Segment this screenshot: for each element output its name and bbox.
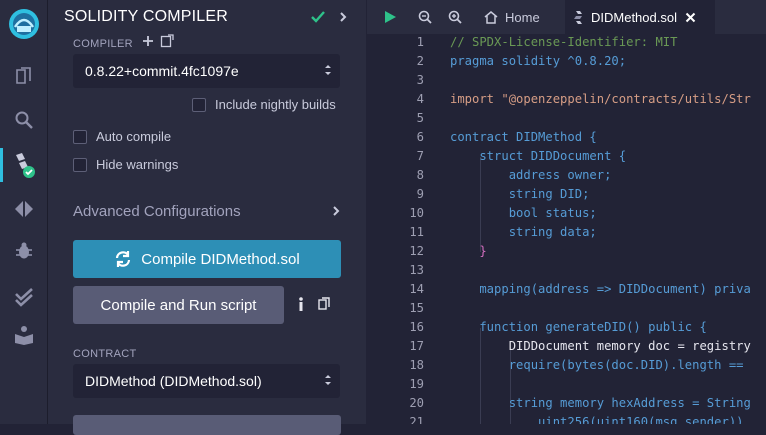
debugger-icon[interactable] bbox=[0, 238, 47, 264]
line-number: 13 bbox=[409, 263, 424, 277]
compile-and-run-button[interactable]: Compile and Run script bbox=[73, 286, 284, 324]
tab-didmethod-sol[interactable]: DIDMethod.sol bbox=[565, 0, 715, 34]
advanced-configurations-toggle[interactable]: Advanced Configurations bbox=[73, 200, 343, 222]
code-line: address owner; bbox=[450, 168, 612, 182]
line-number: 14 bbox=[409, 282, 424, 296]
select-arrows-icon bbox=[325, 65, 331, 75]
home-icon bbox=[484, 10, 498, 24]
close-icon[interactable] bbox=[685, 12, 696, 23]
code-line: DIDDocument memory doc = registry bbox=[450, 339, 751, 353]
line-number: 11 bbox=[409, 225, 424, 239]
line-number: 17 bbox=[409, 339, 424, 353]
line-number: 8 bbox=[416, 168, 424, 182]
chevron-right-icon bbox=[333, 206, 340, 216]
code-line: string memory hexAddress = String bbox=[450, 396, 751, 410]
line-number: 3 bbox=[416, 73, 424, 87]
solidity-compiler-icon[interactable] bbox=[0, 150, 47, 180]
line-number: 21 bbox=[409, 415, 424, 424]
solidity-file-icon bbox=[574, 10, 582, 24]
load-compiler-icon[interactable] bbox=[160, 34, 174, 48]
code-line: string data; bbox=[450, 225, 597, 239]
info-icon[interactable] bbox=[298, 297, 304, 311]
compile-button[interactable]: Compile DIDMethod.sol bbox=[73, 240, 341, 278]
contract-select-value: DIDMethod (DIDMethod.sol) bbox=[85, 373, 262, 389]
deploy-run-icon[interactable] bbox=[0, 196, 47, 222]
learneth-icon[interactable] bbox=[0, 322, 47, 348]
line-number: 20 bbox=[409, 396, 424, 410]
tab-home[interactable]: Home bbox=[477, 0, 562, 34]
hide-warnings-row[interactable]: Hide warnings bbox=[73, 157, 178, 172]
nightly-builds-row[interactable]: Include nightly builds bbox=[192, 97, 336, 112]
auto-compile-row[interactable]: Auto compile bbox=[73, 129, 171, 144]
line-number: 2 bbox=[416, 54, 424, 68]
auto-compile-label: Auto compile bbox=[96, 129, 172, 144]
icon-sidebar bbox=[0, 0, 48, 424]
testing-checks-icon[interactable] bbox=[0, 284, 47, 310]
code-line: string DID; bbox=[450, 187, 590, 201]
zoom-in-icon[interactable] bbox=[448, 10, 462, 24]
copy-icon[interactable] bbox=[318, 297, 330, 310]
code-line: bool status; bbox=[450, 206, 597, 220]
line-number: 7 bbox=[416, 149, 424, 163]
line-number: 5 bbox=[416, 111, 424, 125]
line-number: 4 bbox=[416, 92, 424, 106]
add-compiler-icon[interactable] bbox=[142, 35, 154, 47]
code-line: uint256(uint160(msg.sender)) bbox=[450, 415, 744, 424]
line-number: 6 bbox=[416, 130, 424, 144]
code-line: pragma solidity ^0.8.20; bbox=[450, 54, 627, 68]
panel-title: SOLIDITY COMPILER bbox=[64, 8, 229, 25]
line-number: 15 bbox=[409, 301, 424, 315]
nightly-builds-label: Include nightly builds bbox=[215, 97, 336, 112]
code-line: function generateDID() public { bbox=[450, 320, 707, 334]
code-line: require(bytes(doc.DID).length == bbox=[450, 358, 744, 372]
editor-area: Home DIDMethod.sol 1 // SPDX-License-Iden… bbox=[367, 0, 766, 424]
contract-label: CONTRACT bbox=[73, 348, 137, 360]
compile-button-label: Compile DIDMethod.sol bbox=[141, 250, 300, 268]
tab-home-label: Home bbox=[505, 9, 540, 25]
compiler-version-value: 0.8.22+commit.4fc1097e bbox=[85, 63, 239, 79]
zoom-out-icon[interactable] bbox=[418, 10, 432, 24]
solidity-compiler-panel: SOLIDITY COMPILER COMPILER 0.8.22+commit… bbox=[48, 0, 366, 435]
line-number: 10 bbox=[409, 206, 424, 220]
code-line: } bbox=[450, 244, 487, 258]
run-script-icon[interactable] bbox=[382, 9, 398, 25]
remix-logo-icon[interactable] bbox=[0, 6, 47, 42]
code-line: // SPDX-License-Identifier: MIT bbox=[450, 35, 678, 49]
refresh-icon bbox=[116, 251, 131, 267]
auto-compile-checkbox[interactable] bbox=[73, 129, 87, 144]
code-line: import "@openzeppelin/contracts/utils/St… bbox=[450, 92, 751, 106]
line-number: 19 bbox=[409, 377, 424, 391]
tab-file-label: DIDMethod.sol bbox=[591, 9, 677, 25]
line-number: 18 bbox=[409, 358, 424, 372]
editor-tab-bar: Home DIDMethod.sol bbox=[367, 0, 766, 34]
search-icon[interactable] bbox=[0, 107, 47, 133]
line-number: 12 bbox=[409, 244, 424, 258]
file-explorer-icon[interactable] bbox=[0, 63, 47, 89]
compile-and-run-label: Compile and Run script bbox=[100, 296, 257, 314]
contract-select[interactable]: DIDMethod (DIDMethod.sol) bbox=[73, 364, 340, 398]
hide-warnings-label: Hide warnings bbox=[96, 157, 179, 172]
nightly-builds-checkbox[interactable] bbox=[192, 97, 206, 112]
code-line: mapping(address => DIDDocument) priva bbox=[450, 282, 751, 296]
select-arrows-icon bbox=[325, 375, 331, 385]
line-number: 16 bbox=[409, 320, 424, 334]
hide-warnings-checkbox[interactable] bbox=[73, 157, 87, 172]
code-editor[interactable]: 1 // SPDX-License-Identifier: MIT 2 pragma… bbox=[367, 34, 766, 424]
code-line: struct DIDDocument { bbox=[450, 149, 627, 163]
chevron-right-icon[interactable] bbox=[338, 11, 348, 23]
compiler-version-select[interactable]: 0.8.22+commit.4fc1097e bbox=[73, 54, 340, 88]
advanced-configurations-label: Advanced Configurations bbox=[73, 202, 241, 220]
line-number: 9 bbox=[416, 187, 424, 201]
compiler-label: COMPILER bbox=[73, 38, 133, 50]
code-line: contract DIDMethod { bbox=[450, 130, 597, 144]
line-number: 1 bbox=[416, 35, 424, 49]
compile-success-check-icon bbox=[311, 11, 325, 23]
publish-button[interactable] bbox=[73, 415, 341, 435]
